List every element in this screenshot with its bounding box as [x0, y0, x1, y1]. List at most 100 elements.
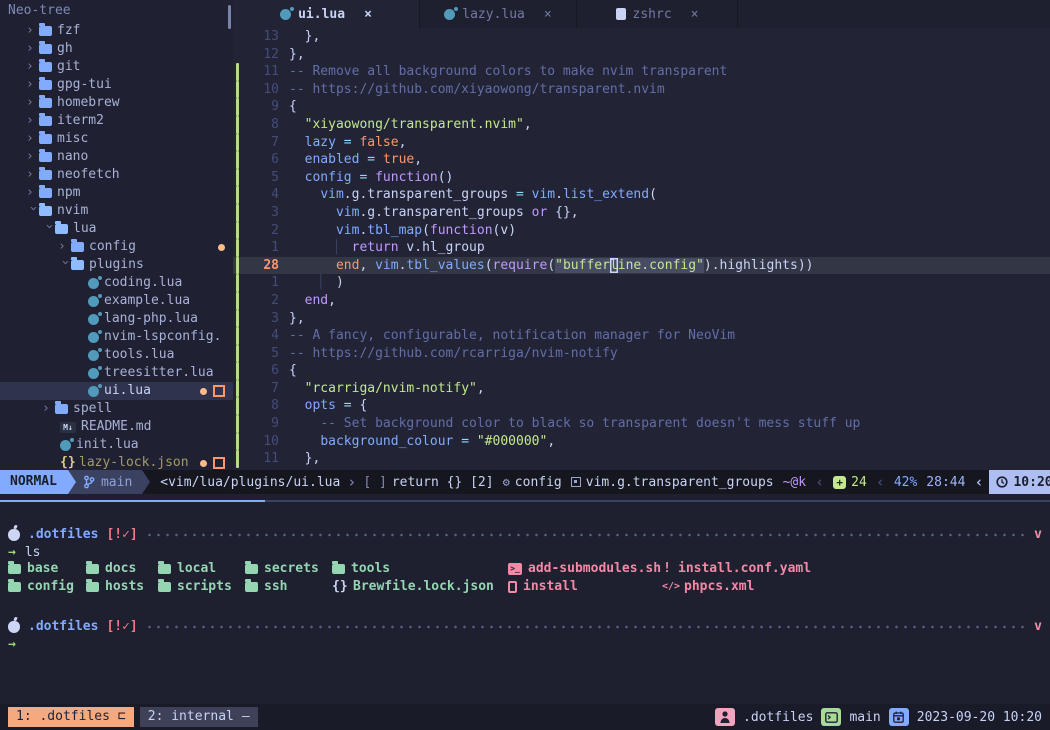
- neotree-item-ui.lua[interactable]: ui.lua: [0, 382, 233, 400]
- code-line[interactable]: 6 enabled = true,: [233, 151, 1050, 169]
- tmux-window-flag-icon: ⊏: [118, 707, 126, 727]
- chevron-right-icon[interactable]: ›: [26, 112, 39, 130]
- doc-icon: [616, 8, 626, 20]
- neotree-label: npm: [57, 184, 80, 202]
- neotree-item-iterm2[interactable]: ›iterm2: [0, 112, 233, 130]
- code-line[interactable]: 3 vim.g.transparent_groups or {},: [233, 204, 1050, 222]
- code-text: lazy = false,: [289, 134, 406, 152]
- line-number: 28: [245, 257, 289, 275]
- neotree-item-example.lua[interactable]: example.lua: [0, 292, 233, 310]
- clock-segment: 10:20: [989, 470, 1050, 494]
- tab-ui.lua[interactable]: ui.lua×: [233, 0, 420, 28]
- code-line[interactable]: 6{: [233, 362, 1050, 380]
- chevron-right-icon[interactable]: ›: [26, 166, 39, 184]
- neotree-item-nvim-lspconfig.[interactable]: nvim-lspconfig.: [0, 328, 233, 346]
- neotree-item-treesitter.lua[interactable]: treesitter.lua: [0, 364, 233, 382]
- gitsign-added-icon: [236, 204, 239, 222]
- code-line[interactable]: 13 },: [233, 28, 1050, 46]
- code-line[interactable]: 4-- A fancy, configurable, notification …: [233, 327, 1050, 345]
- neotree-item-coding.lua[interactable]: coding.lua: [0, 274, 233, 292]
- neotree-item-tools.lua[interactable]: tools.lua: [0, 346, 233, 364]
- tab-zshrc[interactable]: zshrc×: [577, 0, 738, 28]
- tmux-window-2-internal[interactable]: 2: internal–: [140, 707, 258, 727]
- chevron-right-icon[interactable]: ›: [42, 400, 55, 418]
- lua-icon: [88, 368, 99, 379]
- neotree-item-gpg-tui[interactable]: ›gpg-tui: [0, 76, 233, 94]
- pane-border: [0, 500, 1050, 502]
- code-line[interactable]: 10 background_colour = "#000000",: [233, 433, 1050, 451]
- neotree-item-lang-php.lua[interactable]: lang-php.lua: [0, 310, 233, 328]
- neotree-item-nvim[interactable]: ›nvim: [0, 202, 233, 220]
- close-icon[interactable]: ×: [691, 7, 699, 22]
- breadcrumb-separator-icon: ›: [347, 473, 356, 491]
- neotree-item-homebrew[interactable]: ›homebrew: [0, 94, 233, 112]
- sign-column: [233, 239, 245, 257]
- neotree-item-spell[interactable]: ›spell: [0, 400, 233, 418]
- neotree-scrollbar[interactable]: [228, 5, 231, 29]
- neotree-item-misc[interactable]: ›misc: [0, 130, 233, 148]
- code-line[interactable]: 4 vim.g.transparent_groups = vim.list_ex…: [233, 186, 1050, 204]
- code-line[interactable]: 8 "xiyaowong/transparent.nvim",: [233, 116, 1050, 134]
- code-line[interactable]: 2 end,: [233, 292, 1050, 310]
- chevron-right-icon[interactable]: ›: [26, 94, 39, 112]
- code-line[interactable]: 7 lazy = false,: [233, 134, 1050, 152]
- bufferline: ui.lua×lazy.lua×zshrc×: [233, 0, 1050, 28]
- chevron-right-icon[interactable]: ›: [26, 148, 39, 166]
- code-line[interactable]: 5 config = function(): [233, 169, 1050, 187]
- breadcrumb: ⚙ config: [503, 475, 562, 490]
- neotree-item-lazy-lock.json[interactable]: lazy-lock.json: [0, 454, 233, 470]
- code-line[interactable]: 5-- https://github.com/rcarriga/nvim-not…: [233, 345, 1050, 363]
- chevron-right-icon[interactable]: ›: [26, 40, 39, 58]
- chevron-right-icon[interactable]: ›: [58, 238, 71, 256]
- gfolder-icon: [245, 564, 258, 574]
- neotree-item-init.lua[interactable]: init.lua: [0, 436, 233, 454]
- code-line[interactable]: 8 opts = {: [233, 397, 1050, 415]
- ls-entry-add-submodules.sh: add-submodules.sh: [508, 560, 661, 578]
- code-line[interactable]: 7 "rcarriga/nvim-notify",: [233, 380, 1050, 398]
- line-number: 6: [245, 151, 289, 169]
- neotree-item-nano[interactable]: ›nano: [0, 148, 233, 166]
- code-editor[interactable]: 13 },12},11-- Remove all background colo…: [233, 28, 1050, 468]
- person-icon: [720, 711, 730, 723]
- neotree-item-fzf[interactable]: ›fzf: [0, 22, 233, 40]
- terminal-pane[interactable]: .dotfiles [!✓] v → ls basedocslocalsecre…: [0, 494, 1050, 704]
- code-line[interactable]: 10-- https://github.com/xiyaowong/transp…: [233, 81, 1050, 99]
- code-line[interactable]: 9{: [233, 98, 1050, 116]
- code-line[interactable]: 12},: [233, 46, 1050, 64]
- code-line[interactable]: 9 -- Set background color to black so tr…: [233, 415, 1050, 433]
- chevron-right-icon[interactable]: ›: [26, 184, 39, 202]
- folder-icon: [39, 116, 52, 126]
- neotree-item-README.md[interactable]: README.md: [0, 418, 233, 436]
- neotree-item-config[interactable]: ›config: [0, 238, 233, 256]
- neotree-item-lua[interactable]: ›lua: [0, 220, 233, 238]
- gitsign-added-icon: [236, 310, 239, 328]
- close-icon[interactable]: ×: [364, 7, 372, 22]
- command-line-empty[interactable]: →: [0, 636, 1050, 654]
- tmux-window-1-.dotfiles[interactable]: 1: .dotfiles⊏: [8, 707, 134, 727]
- neotree-item-npm[interactable]: › npm: [0, 184, 233, 202]
- neotree-item-gh[interactable]: ›gh: [0, 40, 233, 58]
- close-icon[interactable]: ×: [544, 7, 552, 22]
- code-line-current[interactable]: 28 end, vim.tbl_values(require("bufferli…: [233, 257, 1050, 275]
- code-line[interactable]: 3},: [233, 310, 1050, 328]
- chevron-right-icon[interactable]: ›: [26, 22, 39, 40]
- gitsign-added-icon: [236, 380, 239, 398]
- chevron-right-icon[interactable]: ›: [26, 58, 39, 76]
- folder-icon: [55, 404, 68, 414]
- gitsign-added-icon: [236, 450, 239, 468]
- sign-column: [233, 116, 245, 134]
- code-line[interactable]: 1 ▏ ): [233, 274, 1050, 292]
- ls-entry-install.conf.yaml: install.conf.yaml: [662, 560, 811, 578]
- neotree-item-plugins[interactable]: ›plugins: [0, 256, 233, 274]
- chevron-right-icon[interactable]: ›: [26, 76, 39, 94]
- folder-icon: [39, 98, 52, 108]
- code-line[interactable]: 11 },: [233, 450, 1050, 468]
- neotree-item-git[interactable]: ›git: [0, 58, 233, 76]
- code-line[interactable]: 11-- Remove all background colors to mak…: [233, 63, 1050, 81]
- lua-icon: [88, 278, 99, 289]
- neotree-item-neofetch[interactable]: ›neofetch: [0, 166, 233, 184]
- code-line[interactable]: 2 vim.tbl_map(function(v): [233, 222, 1050, 240]
- code-line[interactable]: 1 ▏ return v.hl_group: [233, 239, 1050, 257]
- tab-lazy.lua[interactable]: lazy.lua×: [420, 0, 577, 28]
- chevron-right-icon[interactable]: ›: [26, 130, 39, 148]
